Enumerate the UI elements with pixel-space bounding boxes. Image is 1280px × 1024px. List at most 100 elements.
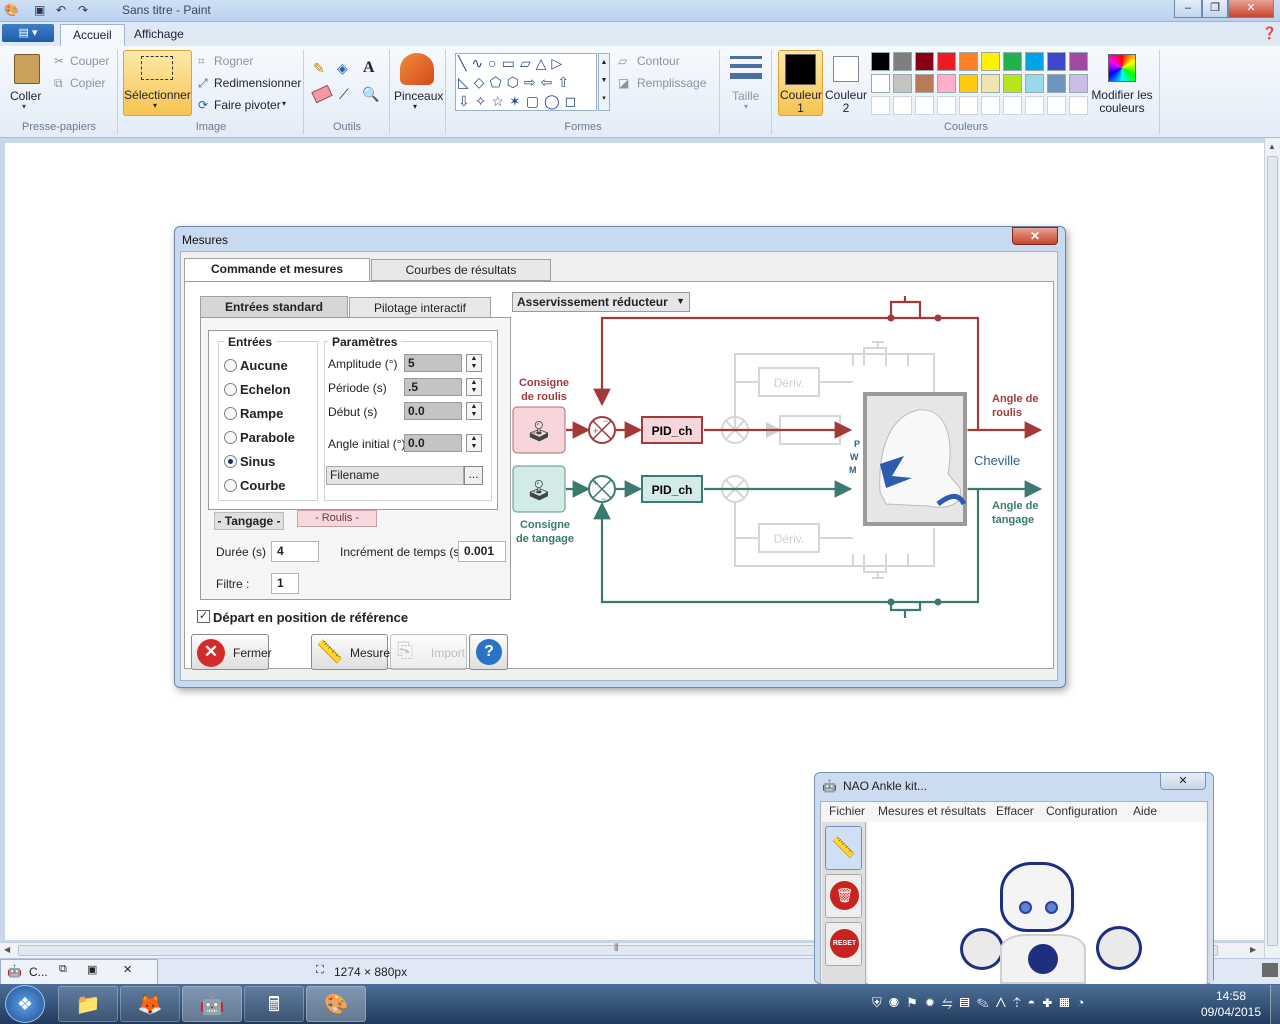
palette-swatch[interactable] xyxy=(1047,74,1066,93)
palette-empty-slot[interactable] xyxy=(981,96,1000,115)
param-spinner-input[interactable]: 0.0 xyxy=(404,402,462,420)
param-spinner-input[interactable]: 5 xyxy=(404,354,462,372)
shapes-gallery[interactable]: ╲∿○▭▱△▷ ◺◇⬠⬡⇨⇦⇧ ⇩✧☆✶▢◯◻ xyxy=(455,53,597,111)
radio-label[interactable]: Sinus xyxy=(240,454,275,469)
help-icon[interactable]: ❓ xyxy=(1262,26,1277,40)
radio-label[interactable]: Echelon xyxy=(240,382,291,397)
close-dialog-button[interactable]: ✕ Fermer xyxy=(191,634,272,670)
radio-aucune[interactable] xyxy=(224,359,237,372)
nao-reset-button[interactable]: RESET xyxy=(825,922,862,966)
palette-swatch[interactable] xyxy=(893,52,912,71)
palette-empty-slot[interactable] xyxy=(937,96,956,115)
palette-swatch[interactable] xyxy=(915,74,934,93)
palette-swatch[interactable] xyxy=(1025,52,1044,71)
paste-button[interactable]: Coller xyxy=(10,89,41,103)
radio-label[interactable]: Aucune xyxy=(240,358,288,373)
paint-taskbar-icon[interactable]: 🎨 xyxy=(306,986,366,1022)
subtab-entrees-standard[interactable]: Entrées standard xyxy=(200,296,348,318)
palette-swatch[interactable] xyxy=(1069,74,1088,93)
magnifier-icon[interactable]: 🔍 xyxy=(362,86,379,103)
maximize-icon[interactable]: ▣ xyxy=(87,963,97,976)
import-button[interactable]: ⎘ Import xyxy=(390,634,467,670)
resize-button[interactable]: Redimensionner xyxy=(214,76,301,90)
palette-swatch[interactable] xyxy=(915,52,934,71)
duration-input[interactable]: 4 xyxy=(271,541,319,562)
tab-roulis[interactable]: - Roulis - xyxy=(297,510,377,527)
firefox-taskbar-icon[interactable]: 🦊 xyxy=(120,986,180,1022)
palette-swatch[interactable] xyxy=(981,52,1000,71)
explorer-taskbar-icon[interactable]: 📁 xyxy=(58,986,118,1022)
scroll-right-icon[interactable]: ▶ xyxy=(1250,945,1256,954)
color-picker-icon[interactable]: ⟋ xyxy=(339,86,349,103)
tab-affichage[interactable]: Affichage xyxy=(122,24,196,46)
palette-empty-slot[interactable] xyxy=(1003,96,1022,115)
clock-date[interactable]: 09/04/2015 xyxy=(1196,1005,1266,1019)
radio-parabole[interactable] xyxy=(224,431,237,444)
radio-label[interactable]: Parabole xyxy=(240,430,295,445)
maximize-button[interactable]: ❐ xyxy=(1202,0,1228,18)
reference-checkbox[interactable]: ✓ xyxy=(197,610,210,623)
rotate-button[interactable]: Faire pivoter xyxy=(214,98,281,112)
radio-courbe[interactable] xyxy=(224,479,237,492)
save-icon[interactable]: ▣ xyxy=(34,3,50,18)
nao-menu-item[interactable]: Configuration xyxy=(1046,804,1117,818)
palette-swatch[interactable] xyxy=(871,74,890,93)
size-dropdown-icon[interactable]: ▾ xyxy=(744,102,748,111)
minimize-button[interactable]: – xyxy=(1174,0,1202,18)
radio-sinus[interactable] xyxy=(224,455,237,468)
palette-swatch[interactable] xyxy=(1025,74,1044,93)
measure-button[interactable]: 📏 Mesure xyxy=(311,634,390,670)
vertical-thumb[interactable] xyxy=(1267,156,1278,946)
nao-close-button[interactable]: ✕ xyxy=(1160,773,1206,790)
show-desktop-button[interactable] xyxy=(1270,985,1280,1024)
cut-button[interactable]: Couper xyxy=(70,54,109,68)
spinner-arrows-icon[interactable]: ▲ ▼ xyxy=(466,378,482,396)
palette-swatch[interactable] xyxy=(959,74,978,93)
paste-dropdown-icon[interactable]: ▾ xyxy=(22,102,26,111)
browse-button[interactable]: ... xyxy=(464,466,483,485)
palette-swatch[interactable] xyxy=(1069,52,1088,71)
brushes-button[interactable]: Pinceaux xyxy=(394,89,443,103)
brushes-dropdown-icon[interactable]: ▾ xyxy=(413,102,417,111)
edit-colors-button[interactable]: Modifier les couleurs xyxy=(1090,89,1154,115)
help-dialog-button[interactable]: ? xyxy=(469,634,508,670)
nao-menu-item[interactable]: Aide xyxy=(1133,804,1157,818)
nao-menu-item[interactable]: Effacer xyxy=(996,804,1034,818)
nao-measure-icon[interactable]: 📏 xyxy=(825,826,862,870)
crop-button[interactable]: Rogner xyxy=(214,54,253,68)
color2-swatch[interactable] xyxy=(833,56,859,82)
close-icon[interactable]: ✕ xyxy=(123,963,132,976)
palette-empty-slot[interactable] xyxy=(1025,96,1044,115)
filter-input[interactable]: 1 xyxy=(271,573,299,594)
spinner-arrows-icon[interactable]: ▲ ▼ xyxy=(466,434,482,452)
vertical-scrollbar[interactable]: ▲ xyxy=(1264,138,1280,958)
palette-swatch[interactable] xyxy=(893,74,912,93)
paint-app-icon[interactable]: 🎨 xyxy=(4,3,20,18)
file-menu-button[interactable]: ▤ ▾ xyxy=(2,24,54,42)
spinner-arrows-icon[interactable]: ▲ ▼ xyxy=(466,402,482,420)
dialog-close-button[interactable]: ✕ xyxy=(1012,227,1058,245)
palette-empty-slot[interactable] xyxy=(1069,96,1088,115)
system-tray-icons[interactable]: ⛨◉⚑✹⇋▤✎⋀⇡◓✚▦◔ xyxy=(872,995,1091,1011)
param-spinner-input[interactable]: .5 xyxy=(404,378,462,396)
start-button[interactable]: ❖ xyxy=(5,985,45,1023)
text-tool-icon[interactable]: A xyxy=(363,59,375,77)
restore-icon[interactable]: ⧉ xyxy=(59,963,67,976)
palette-swatch[interactable] xyxy=(1003,52,1022,71)
palette-swatch[interactable] xyxy=(937,74,956,93)
outline-button[interactable]: Contour xyxy=(637,54,680,68)
fill-button[interactable]: Remplissage xyxy=(637,76,706,90)
param-spinner-input[interactable]: 0.0 xyxy=(404,434,462,452)
palette-swatch[interactable] xyxy=(871,52,890,71)
calculator-taskbar-icon[interactable]: 🖩 xyxy=(244,986,304,1022)
fill-icon[interactable]: ◈ xyxy=(337,60,348,77)
palette-swatch[interactable] xyxy=(959,52,978,71)
minimized-window[interactable]: 🤖 C... ⧉ ▣ ✕ xyxy=(0,959,158,985)
palette-empty-slot[interactable] xyxy=(959,96,978,115)
close-button[interactable]: ✕ xyxy=(1228,0,1274,18)
palette-empty-slot[interactable] xyxy=(871,96,890,115)
filename-field[interactable]: Filename xyxy=(326,466,464,485)
palette-empty-slot[interactable] xyxy=(893,96,912,115)
palette-swatch[interactable] xyxy=(981,74,1000,93)
paste-icon[interactable] xyxy=(14,54,40,84)
